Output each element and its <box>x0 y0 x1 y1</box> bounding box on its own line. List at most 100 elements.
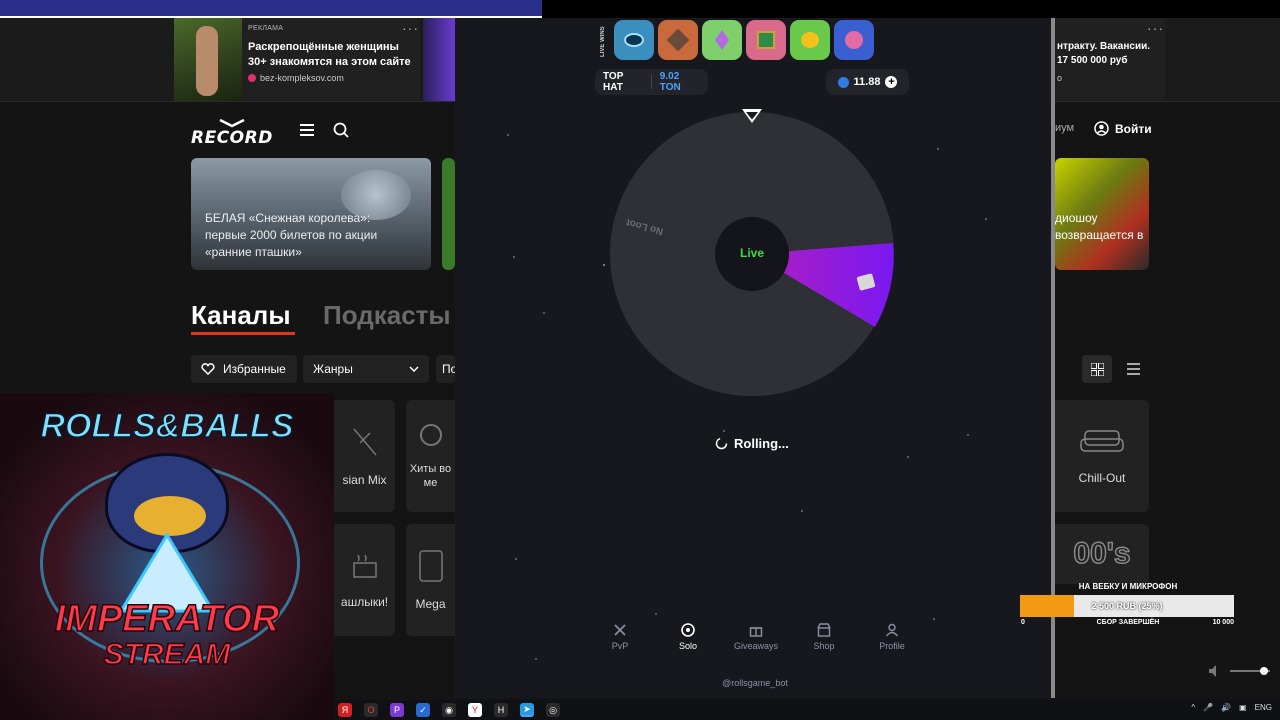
volume-knob[interactable] <box>1260 667 1268 675</box>
browser-top-bar <box>0 0 542 18</box>
tile-grill-icon <box>352 554 377 578</box>
tile-asian-mix[interactable]: sian Mix <box>334 400 395 512</box>
yandex-browser-icon[interactable]: Я <box>338 703 352 717</box>
cover-title-2: IMPERATOR <box>54 597 280 641</box>
top-hat-label: TOP HAT <box>603 71 624 93</box>
tile-mega[interactable]: Mega <box>406 524 455 636</box>
purple-app-icon[interactable]: P <box>390 703 404 717</box>
ad2-title: нтракту. Вакансии. 17 500 000 руб <box>1057 41 1151 66</box>
ad2-more-icon[interactable]: ··· <box>1147 20 1164 36</box>
crystal-icon[interactable] <box>702 20 742 60</box>
donation-progress-track: 2 500 RUB (25%) <box>1020 595 1234 617</box>
h-app-icon[interactable]: H <box>494 703 508 717</box>
microphone-icon[interactable]: 🎤 <box>1203 703 1213 712</box>
volume-slider[interactable] <box>1230 667 1270 675</box>
tab-podcasts[interactable]: Подкасты <box>323 300 451 331</box>
telegram-icon[interactable]: ➤ <box>520 703 534 717</box>
login-label: Войти <box>1115 121 1152 136</box>
chevron-down-icon <box>409 366 419 372</box>
obs-icon[interactable]: ◎ <box>546 703 560 717</box>
add-balance-icon[interactable]: + <box>885 76 898 88</box>
tray-expand-icon[interactable]: ^ <box>1191 703 1195 712</box>
ad-more-icon[interactable]: ··· <box>402 20 419 36</box>
volume-icon[interactable]: 🔊 <box>1221 703 1231 712</box>
stream-cover-art: ROLLS&BALLS IMPERATOR STREAM <box>0 393 334 720</box>
donation-status: СБОР ЗАВЕРШЁН <box>1096 619 1160 626</box>
menu-icon[interactable] <box>300 123 314 141</box>
ad-card-partial[interactable] <box>423 18 455 101</box>
color-app-icon[interactable]: ◉ <box>442 703 456 717</box>
grid-view-button[interactable] <box>1082 355 1112 383</box>
tile-shashlyki[interactable]: ашлыки! <box>334 524 395 636</box>
grid-icon <box>1090 362 1104 376</box>
logo-wave-icon <box>219 118 245 128</box>
ad-card-1[interactable]: РЕКЛАМА ··· Раскрепощённые женщины 30+ з… <box>174 18 420 101</box>
blue-app-icon[interactable]: ✓ <box>416 703 430 717</box>
network-icon[interactable]: ▣ <box>1239 703 1247 712</box>
language-indicator[interactable]: ENG <box>1255 703 1272 712</box>
tile-00s-text: 00's <box>1073 536 1132 571</box>
ad-image <box>174 18 242 101</box>
source-dot-icon <box>248 74 256 82</box>
genres-dropdown[interactable]: Жанры <box>303 355 429 383</box>
login-button[interactable]: Войти <box>1094 121 1152 136</box>
tile-guitar-icon <box>352 428 377 456</box>
top-hat-value: 9.02 TON <box>659 71 681 93</box>
nav-giveaways[interactable]: Giveaways <box>726 623 786 651</box>
taskbar: Я O P ✓ ◉ Y H ➤ ◎ ^ 🎤 🔊 ▣ ENG <box>334 700 1280 720</box>
favorites-filter[interactable]: Избранные <box>191 355 297 383</box>
rolling-text: Rolling... <box>734 436 789 451</box>
favorites-label: Избранные <box>223 362 286 376</box>
nav-giveaways-label: Giveaways <box>733 641 778 651</box>
ad-tag: РЕКЛАМА <box>248 25 284 32</box>
volume-control[interactable] <box>1208 664 1270 678</box>
list-icon <box>1126 363 1140 375</box>
duck-icon[interactable] <box>790 20 830 60</box>
speaker-icon <box>1209 665 1216 677</box>
premium-link-partial[interactable]: иум <box>1055 122 1074 134</box>
bot-handle[interactable]: @rollsgame_bot <box>685 678 825 688</box>
tile-00s[interactable]: 00's <box>1055 524 1149 584</box>
taskbar-apps: Я O P ✓ ◉ Y H ➤ ◎ <box>338 703 560 717</box>
user-icon <box>885 623 899 637</box>
nav-profile[interactable]: Profile <box>862 623 922 651</box>
top-black-strip <box>542 0 1280 18</box>
tile-c-icon <box>419 424 442 446</box>
bottom-nav: PvP Solo Giveaways Shop Profile <box>590 623 922 651</box>
ad-card-2[interactable]: нтракту. Вакансии. 17 500 000 руб о ··· <box>1055 18 1165 101</box>
tab-channels[interactable]: Каналы <box>191 300 291 331</box>
tile-chill-out[interactable]: Chill-Out <box>1055 400 1149 512</box>
site-logo[interactable]: RECORD <box>191 118 273 148</box>
ad-title: Раскрепощённые женщины 30+ знакомятся на… <box>248 41 411 68</box>
balance-pill[interactable]: 11.88 + <box>826 69 909 95</box>
tile-hits[interactable]: Хиты во ме <box>406 400 455 512</box>
opera-icon[interactable]: O <box>364 703 378 717</box>
tab-channels-underline <box>191 332 295 335</box>
tile-mixer-icon <box>418 550 443 582</box>
pink-creature-icon[interactable] <box>834 20 874 60</box>
blue-orb-icon[interactable] <box>614 20 654 60</box>
green-chest-icon[interactable] <box>746 20 786 60</box>
logo-text: RECORD <box>191 128 273 148</box>
filter-partial[interactable]: По <box>436 355 457 383</box>
nav-shop[interactable]: Shop <box>794 623 854 651</box>
list-view-button[interactable] <box>1118 355 1148 383</box>
brown-cube-icon[interactable] <box>658 20 698 60</box>
yandex-icon[interactable]: Y <box>468 703 482 717</box>
nav-shop-label: Shop <box>813 641 835 651</box>
shop-icon <box>817 623 831 637</box>
hero-card-2-partial[interactable] <box>442 158 455 270</box>
nav-solo[interactable]: Solo <box>658 623 718 651</box>
right-card[interactable]: диошоу возвращается в <box>1055 158 1149 270</box>
spinner-icon <box>715 437 728 450</box>
donation-amount: 2 500 RUB (25%) <box>1091 601 1163 611</box>
wheel-icon <box>681 623 695 637</box>
tile-label: Mega <box>415 597 446 611</box>
nav-pvp[interactable]: PvP <box>590 623 650 651</box>
top-hat-pill[interactable]: TOP HAT 9.02 TON <box>595 69 708 95</box>
hero-card[interactable]: БЕЛАЯ «Снежная королева»: первые 2000 би… <box>191 158 431 270</box>
ad-source-text: bez-kompleksov.com <box>260 73 344 83</box>
search-icon[interactable] <box>333 122 349 143</box>
ad2-extra: о <box>1057 73 1063 83</box>
hero-card-text: БЕЛАЯ «Снежная королева»: первые 2000 би… <box>205 211 378 259</box>
